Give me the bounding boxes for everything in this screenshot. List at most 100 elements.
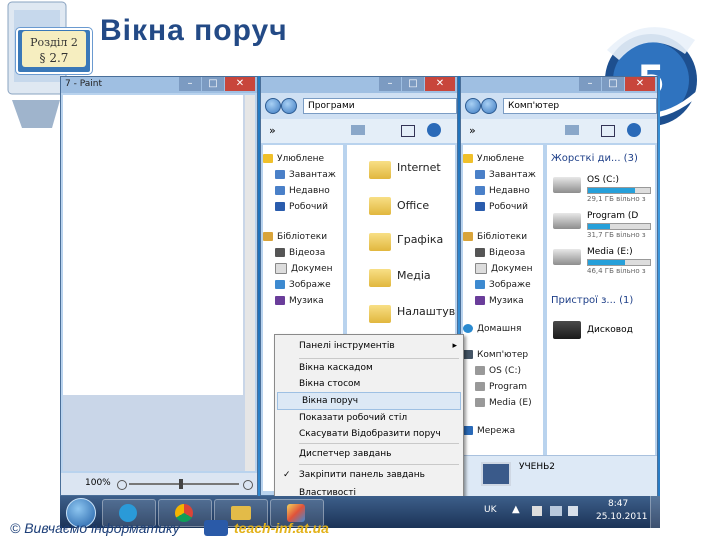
nav-item-downloads[interactable]: Завантаж: [463, 167, 543, 183]
menu-item-cascade[interactable]: Вікна каскадом: [275, 360, 463, 376]
homegroup-item[interactable]: Домашня: [463, 321, 543, 337]
network-item[interactable]: Мережа: [463, 423, 543, 439]
language-indicator[interactable]: UK: [484, 505, 497, 515]
clock-time[interactable]: 8:47: [608, 499, 628, 509]
view-options-button[interactable]: [565, 125, 579, 135]
paint-scrollbar[interactable]: [245, 95, 255, 471]
folder-internet[interactable]: Internet: [397, 161, 441, 174]
network-icon: [463, 426, 473, 435]
nav-item-video[interactable]: Відеоза: [263, 245, 343, 261]
paint-window[interactable]: 7 - Paint – □ ✕ 100%: [60, 76, 258, 496]
close-button[interactable]: ✕: [425, 77, 455, 91]
forward-button[interactable]: [481, 98, 497, 114]
folder-media[interactable]: Медіа: [397, 269, 431, 282]
nav-item-pictures[interactable]: Зображе: [263, 277, 343, 293]
dvd-drive-label[interactable]: Дисковод: [587, 325, 633, 335]
folder-icon[interactable]: [369, 305, 391, 323]
drive-c-icon[interactable]: [553, 177, 581, 193]
minimize-button[interactable]: –: [179, 77, 201, 91]
drive-e-icon[interactable]: [553, 249, 581, 265]
folder-icon[interactable]: [369, 233, 391, 251]
volume-icon[interactable]: [568, 506, 578, 516]
libraries-header[interactable]: Бібліотеки: [463, 229, 543, 245]
dvd-drive-icon[interactable]: [553, 321, 581, 339]
music-icon: [275, 296, 285, 305]
nav-item-pictures[interactable]: Зображе: [463, 277, 543, 293]
folder-settings[interactable]: Налаштув: [397, 305, 455, 318]
view-options-button[interactable]: [351, 125, 365, 135]
explorer-window-computer[interactable]: – □ ✕ Комп'ютер » Улюблене Завантаж Неда…: [460, 76, 658, 496]
video-icon: [275, 248, 285, 257]
menu-item-task-manager[interactable]: Диспетчер завдань: [275, 445, 463, 463]
nav-item-recent[interactable]: Недавно: [463, 183, 543, 199]
drive-e-name[interactable]: Media (E:): [587, 247, 633, 257]
zoom-slider[interactable]: [129, 483, 239, 485]
menu-item-show-desktop[interactable]: Показати робочий стіл: [275, 410, 463, 426]
toolbar-overflow-button[interactable]: »: [269, 124, 276, 137]
menu-item-side-by-side[interactable]: Вікна поруч: [277, 392, 461, 410]
nav-item-downloads[interactable]: Завантаж: [263, 167, 343, 183]
nav-item-drive-e[interactable]: Media (E): [463, 395, 543, 411]
tray-arrow-icon[interactable]: ▲: [512, 504, 520, 515]
help-icon[interactable]: [627, 123, 641, 137]
menu-item-undo-side-by-side[interactable]: Скасувати Відобразити поруч: [275, 426, 463, 442]
drive-c-name[interactable]: OS (C:): [587, 175, 619, 185]
paint-canvas[interactable]: [63, 95, 243, 395]
favorites-header[interactable]: Улюблене: [263, 151, 343, 167]
explorer-toolbar: »: [461, 119, 657, 143]
menu-item-toolbars[interactable]: Панелі інструментів ▸: [275, 335, 463, 357]
help-icon[interactable]: [427, 123, 441, 137]
computer-header[interactable]: Комп'ютер: [463, 347, 543, 363]
minimize-button[interactable]: –: [579, 77, 601, 91]
drive-d-icon[interactable]: [553, 213, 581, 229]
zoom-in-button[interactable]: [243, 480, 253, 490]
nav-item-desktop[interactable]: Робочий: [263, 199, 343, 215]
preview-pane-button[interactable]: [401, 125, 415, 137]
nav-item-documents[interactable]: Докумен: [263, 261, 343, 277]
address-bar[interactable]: Програми: [303, 98, 457, 114]
hdd-group-header[interactable]: Жорсткі ди... (3): [551, 153, 638, 164]
favorites-header[interactable]: Улюблене: [463, 151, 543, 167]
close-button[interactable]: ✕: [225, 77, 255, 91]
nav-item-music[interactable]: Музика: [463, 293, 543, 309]
back-button[interactable]: [265, 98, 281, 114]
folder-icon[interactable]: [369, 161, 391, 179]
nav-item-desktop[interactable]: Робочий: [463, 199, 543, 215]
paint-titlebar[interactable]: 7 - Paint – □ ✕: [61, 77, 257, 93]
folder-icon[interactable]: [369, 197, 391, 215]
drive-d-name[interactable]: Program (D: [587, 211, 638, 221]
forward-button[interactable]: [281, 98, 297, 114]
folder-graphics[interactable]: Графіка: [397, 233, 443, 246]
nav-item-drive-d[interactable]: Program: [463, 379, 543, 395]
explorer-titlebar[interactable]: – □ ✕: [261, 77, 457, 93]
nav-item-music[interactable]: Музика: [263, 293, 343, 309]
menu-item-stacked[interactable]: Вікна стосом: [275, 376, 463, 392]
address-bar[interactable]: Комп'ютер: [503, 98, 657, 114]
folder-office[interactable]: Office: [397, 199, 429, 212]
footer-website[interactable]: teach-inf.at.ua: [234, 520, 329, 536]
zoom-slider-thumb[interactable]: [179, 479, 183, 489]
nav-item-drive-c[interactable]: OS (C:): [463, 363, 543, 379]
nav-item-video[interactable]: Відеоза: [463, 245, 543, 261]
network-tray-icon[interactable]: [550, 506, 562, 516]
nav-item-recent[interactable]: Недавно: [263, 183, 343, 199]
nav-item-documents[interactable]: Докумен: [463, 261, 543, 277]
flag-icon[interactable]: [532, 506, 542, 516]
menu-item-lock-taskbar[interactable]: ✓ Закріпити панель завдань: [275, 466, 463, 484]
show-desktop-button[interactable]: [650, 496, 660, 528]
toolbar-overflow-button[interactable]: »: [469, 124, 476, 137]
minimize-button[interactable]: –: [379, 77, 401, 91]
maximize-button[interactable]: □: [402, 77, 424, 91]
folder-icon[interactable]: [369, 269, 391, 287]
paint-canvas-area: [63, 95, 255, 471]
libraries-header[interactable]: Бібліотеки: [263, 229, 343, 245]
back-button[interactable]: [465, 98, 481, 114]
preview-pane-button[interactable]: [601, 125, 615, 137]
clock-date[interactable]: 25.10.2011: [596, 512, 648, 522]
removable-group-header[interactable]: Пристрої з... (1): [551, 295, 633, 306]
zoom-out-button[interactable]: [117, 480, 127, 490]
maximize-button[interactable]: □: [202, 77, 224, 91]
maximize-button[interactable]: □: [602, 77, 624, 91]
close-button[interactable]: ✕: [625, 77, 655, 91]
explorer-titlebar[interactable]: – □ ✕: [461, 77, 657, 93]
